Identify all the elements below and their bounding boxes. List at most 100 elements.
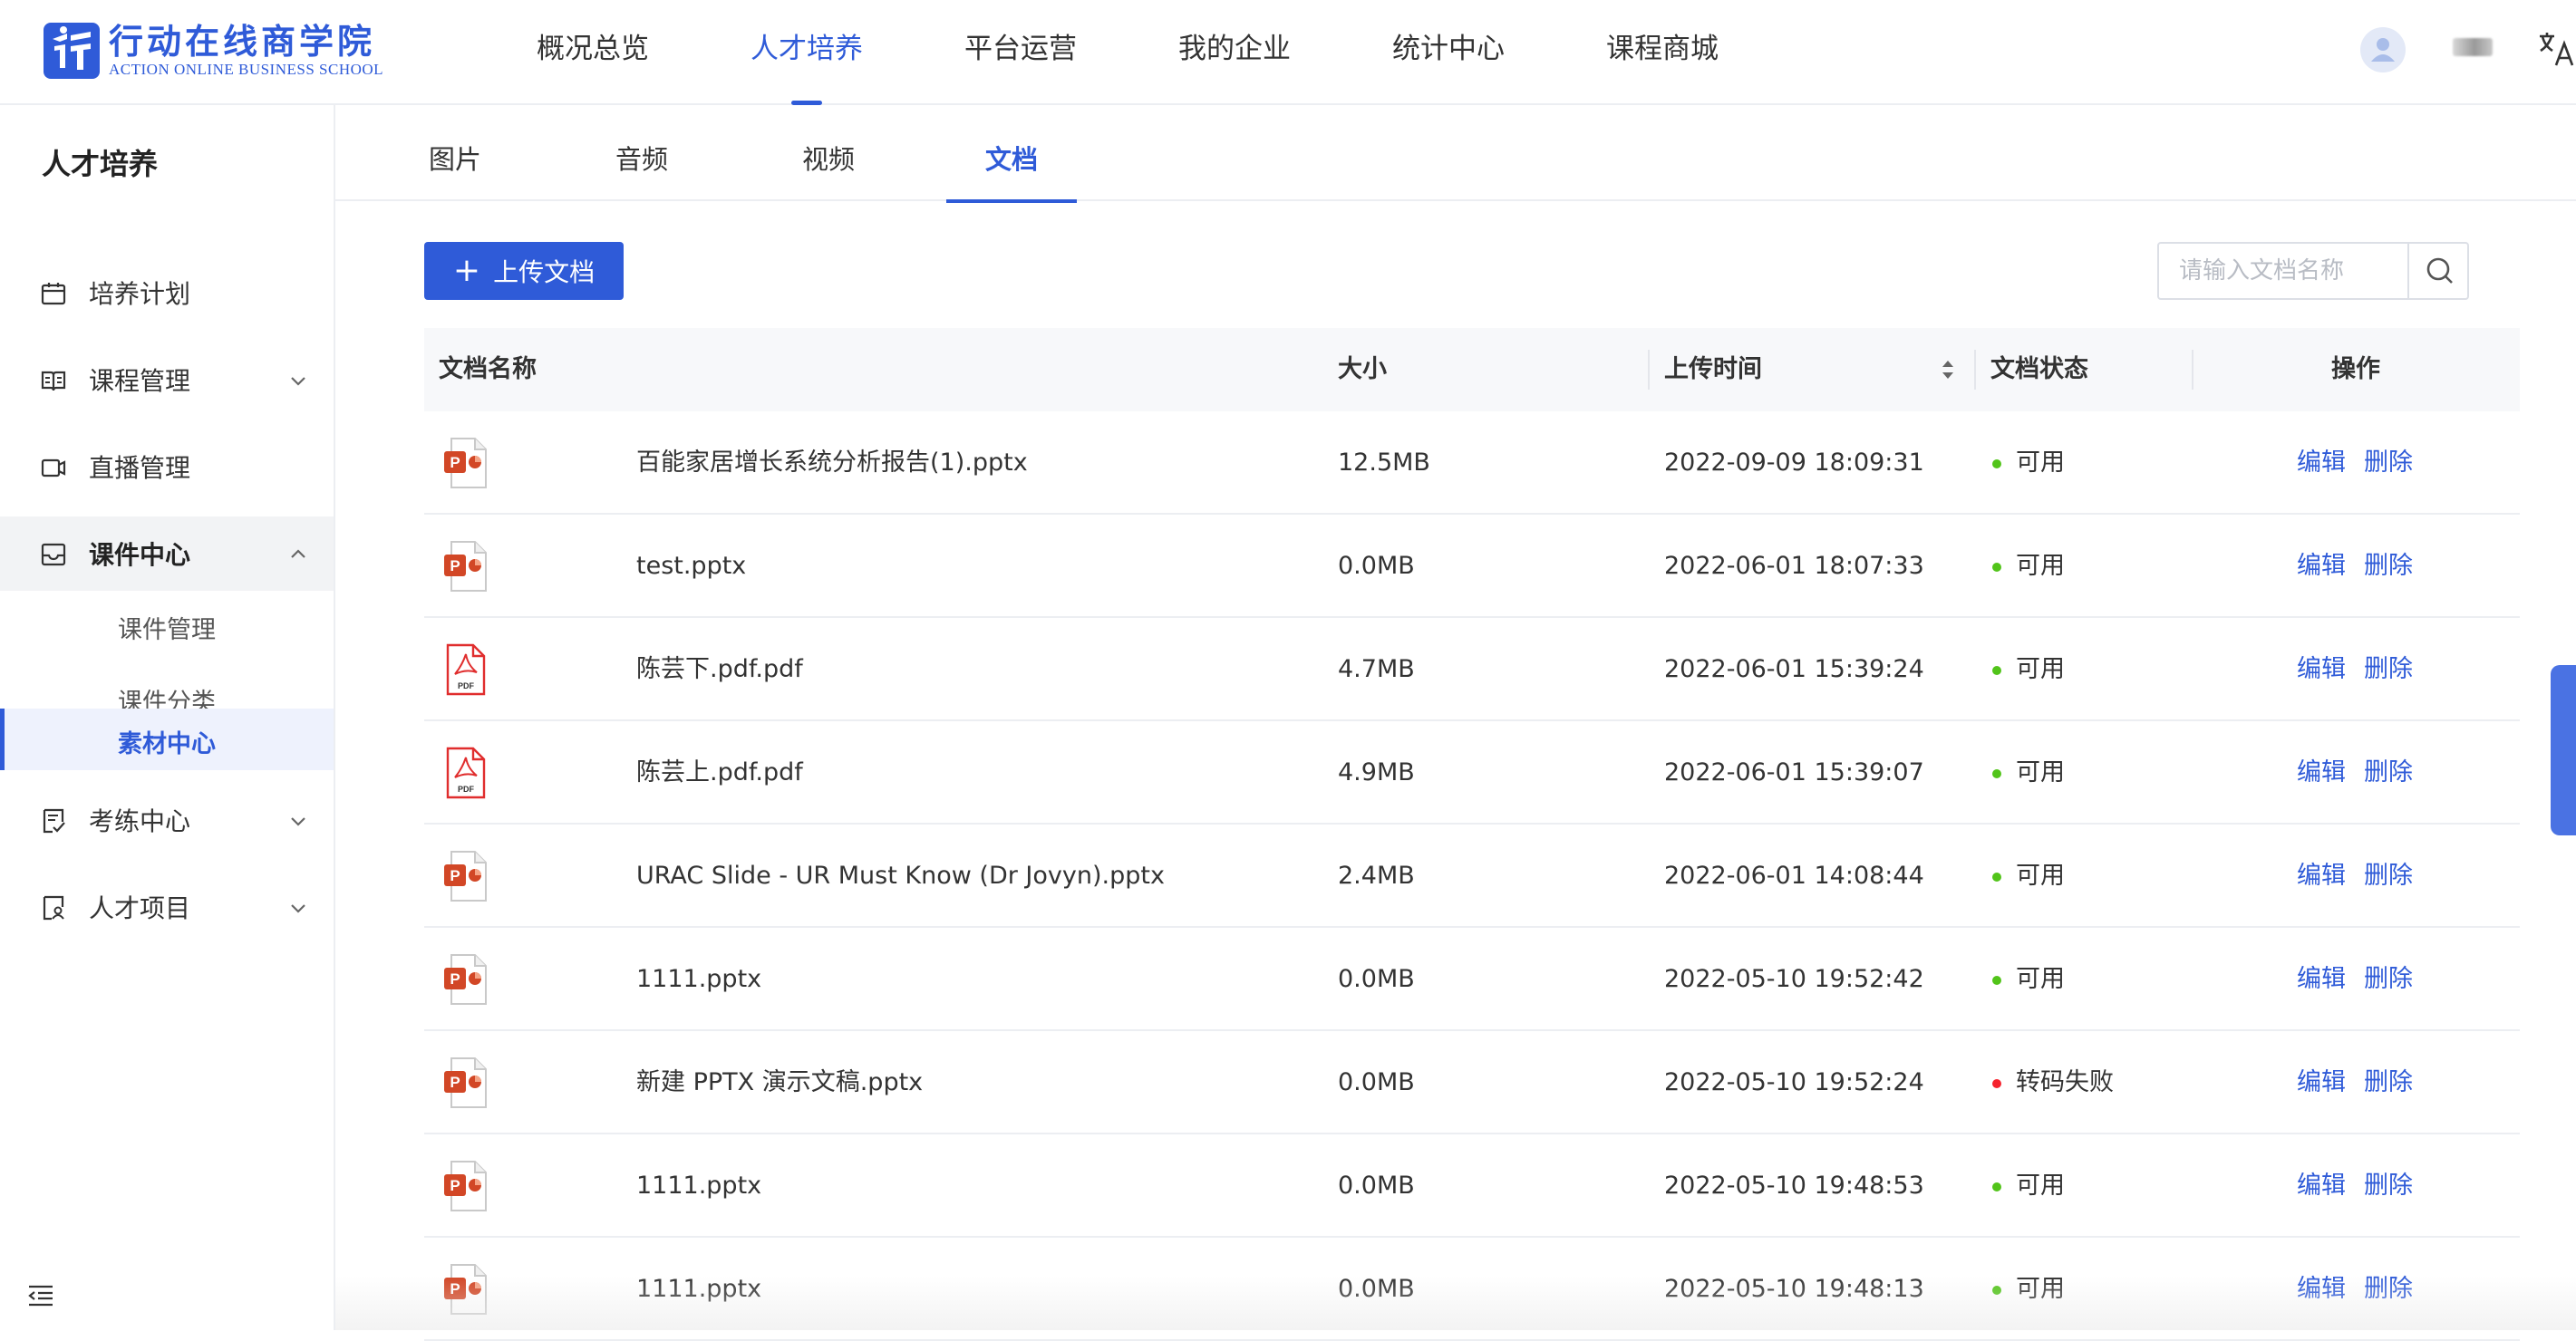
table-row: PDF 陈芸下.pdf.pdf 4.7MB 2022-06-01 15:39:24 可用… (424, 618, 2520, 721)
upload-document-button[interactable]: + 上传文档 (424, 242, 624, 300)
document-status: 可用 (2016, 449, 2065, 477)
collapse-sidebar-icon[interactable] (27, 1283, 54, 1308)
floating-help-tab[interactable] (2551, 665, 2576, 835)
delete-link[interactable]: 删除 (2364, 515, 2413, 618)
document-name: 陈芸上.pdf.pdf (636, 758, 803, 786)
column-divider (1974, 350, 1976, 390)
document-status: 可用 (2016, 862, 2065, 890)
column-header-upload-time: 上传时间 (1664, 355, 1762, 383)
document-size: 0.0MB (1338, 965, 1415, 993)
svg-text:PDF: PDF (458, 681, 475, 690)
document-status: 可用 (2016, 552, 2065, 580)
svg-text:P: P (450, 867, 460, 884)
book-icon (41, 371, 66, 391)
delete-link[interactable]: 删除 (2364, 618, 2413, 721)
column-header-name: 文档名称 (439, 355, 537, 383)
topnav-item-my-company[interactable]: 我的企业 (1128, 0, 1341, 105)
document-status: 可用 (2016, 1172, 2065, 1200)
tab-video[interactable]: 视频 (763, 105, 894, 201)
upload-button-label: 上传文档 (493, 257, 596, 287)
table-header: 文档名称 大小 上传时间 文档状态 操作 (424, 328, 2520, 411)
delete-link[interactable]: 删除 (2364, 1134, 2413, 1238)
sort-icon[interactable] (1940, 357, 1956, 382)
sidebar-subitem-material-center[interactable]: 素材中心 (0, 709, 334, 770)
tab-images[interactable]: 图片 (390, 105, 520, 201)
edit-link[interactable]: 编辑 (2297, 825, 2346, 928)
delete-link[interactable]: 删除 (2364, 1031, 2413, 1134)
delete-link[interactable]: 删除 (2364, 1238, 2413, 1341)
sidebar-item-exam-center[interactable]: 考练中心 (0, 783, 334, 857)
delete-link[interactable]: 删除 (2364, 825, 2413, 928)
edit-link[interactable]: 编辑 (2297, 515, 2346, 618)
brand-logo[interactable]: 行动在线商学院 ACTION ONLINE BUSINESS SCHOOL (44, 22, 383, 80)
delete-link[interactable]: 删除 (2364, 411, 2413, 515)
table-row: P 1111.pptx 0.0MB 2022-05-10 19:48:53 可用 编辑 删除 (424, 1134, 2520, 1238)
document-status: 可用 (2016, 655, 2065, 683)
upload-time: 2022-05-10 19:48:13 (1664, 1275, 1924, 1303)
sidebar-item-talent-project[interactable]: 人才项目 (0, 870, 334, 944)
table-row: P 百能家居增长系统分析报告(1).pptx 12.5MB 2022-09-09 18… (424, 411, 2520, 515)
edit-link[interactable]: 编辑 (2297, 1238, 2346, 1341)
svg-text:P: P (450, 557, 460, 574)
pptx-file-icon: P (442, 540, 489, 593)
logo-mark-icon (44, 23, 100, 79)
top-header: 行动在线商学院 ACTION ONLINE BUSINESS SCHOOL 概况… (0, 0, 2576, 105)
document-size: 0.0MB (1338, 1172, 1415, 1200)
edit-link[interactable]: 编辑 (2297, 721, 2346, 825)
sidebar-item-training-plan[interactable]: 培养计划 (0, 256, 334, 330)
sidebar-item-course-management[interactable]: 课程管理 (0, 342, 334, 417)
material-type-tabs: 图片 音频 视频 文档 (335, 105, 2576, 203)
sidebar-item-live-management[interactable]: 直播管理 (0, 429, 334, 504)
user-avatar[interactable] (2360, 27, 2406, 72)
chevron-down-icon (291, 904, 305, 913)
tab-documents[interactable]: 文档 (946, 105, 1077, 203)
document-name: test.pptx (636, 552, 747, 580)
status-dot (1992, 459, 2001, 468)
chevron-up-icon (291, 549, 305, 558)
sidebar-subitem-courseware-management[interactable]: 课件管理 (0, 594, 334, 656)
svg-text:P: P (450, 1280, 460, 1298)
upload-time: 2022-06-01 14:08:44 (1664, 862, 1924, 890)
pptx-file-icon: P (442, 437, 489, 489)
status-dot (1992, 563, 2001, 572)
topnav-item-overview[interactable]: 概况总览 (508, 0, 700, 105)
column-divider (2192, 350, 2193, 390)
document-name: 陈芸下.pdf.pdf (636, 655, 803, 683)
document-size: 4.7MB (1338, 655, 1415, 683)
upload-time: 2022-06-01 15:39:24 (1664, 655, 1924, 683)
topnav-item-talent-training[interactable]: 人才培养 (700, 0, 914, 105)
delete-link[interactable]: 删除 (2364, 928, 2413, 1031)
sidebar-item-courseware-center[interactable]: 课件中心 (0, 516, 334, 591)
language-icon[interactable] (2538, 31, 2576, 67)
edit-link[interactable]: 编辑 (2297, 618, 2346, 721)
edit-link[interactable]: 编辑 (2297, 411, 2346, 515)
sidebar-subitem-label: 课件管理 (118, 616, 216, 644)
status-dot (1992, 666, 2001, 675)
topnav-item-course-mall[interactable]: 课程商城 (1555, 0, 1769, 105)
pdf-file-icon: PDF (442, 747, 489, 799)
search-box (2157, 242, 2469, 300)
edit-link[interactable]: 编辑 (2297, 928, 2346, 1031)
document-status: 可用 (2016, 965, 2065, 993)
topnav-item-platform-operation[interactable]: 平台运营 (914, 0, 1128, 105)
table-row: Ptest.pptx 0.0MB 2022-06-01 18:07:33 可用 编辑 删除 (424, 515, 2520, 618)
pptx-file-icon: P (442, 1056, 489, 1109)
table-row: P 1111.pptx 0.0MB 2022-05-10 19:52:42 可用 编辑 删除 (424, 928, 2520, 1031)
topnav-item-statistics[interactable]: 统计中心 (1341, 0, 1555, 105)
calendar-icon (41, 283, 66, 305)
documents-table: 文档名称 大小 上传时间 文档状态 操作 P 百能家居增长系统分析报告(1).pp… (424, 328, 2520, 1341)
edit-link[interactable]: 编辑 (2297, 1031, 2346, 1134)
sidebar-item-label: 人才项目 (89, 893, 191, 923)
document-name: URAC Slide - UR Must Know (Dr Jovyn).ppt… (636, 862, 1165, 890)
document-status: 可用 (2016, 1275, 2065, 1303)
top-navigation: 概况总览 人才培养 平台运营 我的企业 统计中心 课程商城 (508, 0, 1769, 105)
delete-link[interactable]: 删除 (2364, 721, 2413, 825)
pptx-file-icon: P (442, 850, 489, 902)
svg-text:PDF: PDF (458, 785, 475, 794)
edit-link[interactable]: 编辑 (2297, 1134, 2346, 1238)
tab-audio[interactable]: 音频 (576, 105, 707, 201)
username-blurred[interactable] (2453, 38, 2493, 56)
chevron-down-icon (291, 377, 305, 386)
search-button[interactable] (2407, 244, 2469, 298)
search-input[interactable] (2159, 244, 2407, 298)
